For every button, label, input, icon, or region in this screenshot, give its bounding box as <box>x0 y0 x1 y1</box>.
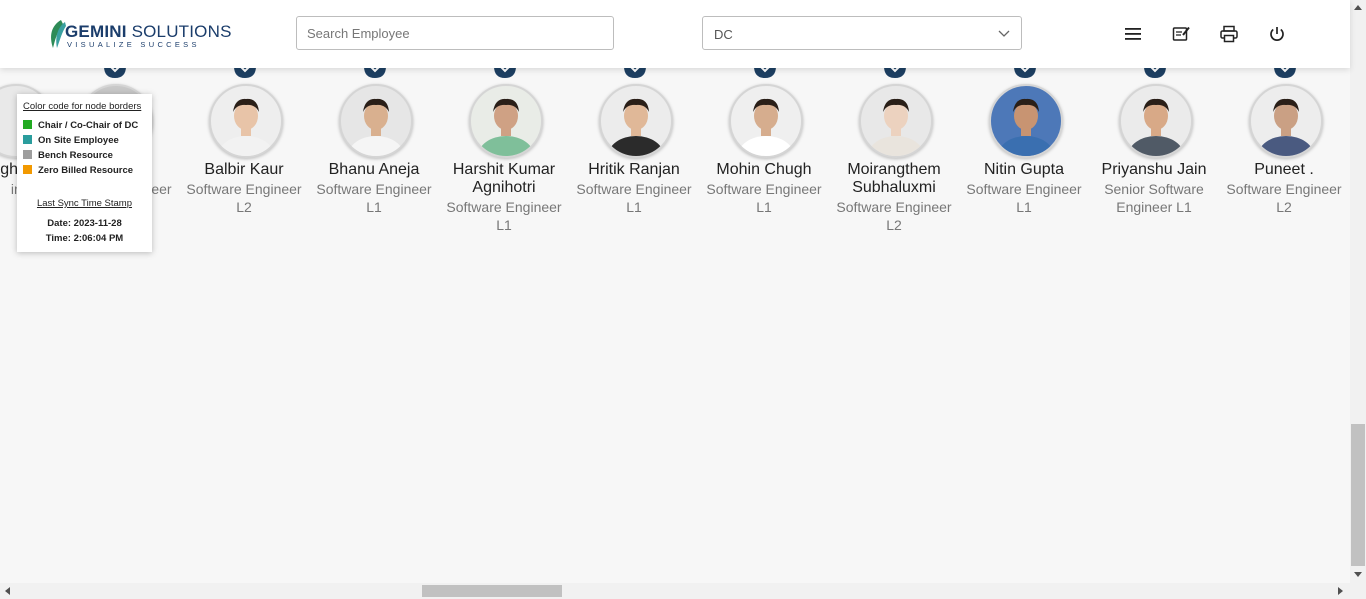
horizontal-scroll-thumb[interactable] <box>422 585 562 597</box>
logout-button[interactable] <box>1267 24 1287 44</box>
person-avatar-icon <box>738 98 794 156</box>
employee-name: Mohin Chugh <box>716 161 812 178</box>
employee-name: Balbir Kaur <box>204 161 284 178</box>
employee-photo <box>599 84 673 158</box>
employee-title: Software Engineer L1 <box>446 199 562 233</box>
employee-name: gh <box>0 161 18 178</box>
employee-name: Hritik Ranjan <box>588 161 680 178</box>
person-avatar-icon <box>1128 98 1184 156</box>
last-sync-time: Time: 2:06:04 PM <box>45 233 124 244</box>
edit-note-icon <box>1172 26 1190 41</box>
person-avatar-icon <box>218 98 274 156</box>
print-button[interactable] <box>1219 24 1239 44</box>
logo-brand-text: GEMINI SOLUTIONS <box>65 22 232 41</box>
legend-swatch <box>23 165 32 174</box>
employee-title: Software Engineer L1 <box>966 181 1082 215</box>
employee-photo <box>1249 84 1323 158</box>
logo-tagline: VISUALIZE SUCCESS <box>67 40 200 49</box>
department-select-value: DC <box>714 27 733 42</box>
employee-photo <box>729 84 803 158</box>
employee-photo <box>209 84 283 158</box>
employee-title: Software Engineer L2 <box>186 181 302 215</box>
employee-name: Priyanshu Jain <box>1101 161 1207 178</box>
scroll-up-arrow-icon[interactable] <box>1354 5 1362 10</box>
legend-swatch <box>23 135 32 144</box>
person-avatar-icon <box>868 98 924 156</box>
vertical-scroll-thumb[interactable] <box>1351 424 1365 566</box>
employee-title: Software Engineer L2 <box>1226 181 1342 215</box>
employee-photo <box>339 84 413 158</box>
print-icon <box>1220 25 1238 43</box>
legend-swatch <box>23 120 32 129</box>
edit-note-button[interactable] <box>1171 24 1191 44</box>
last-sync-date: Date: 2023-11-28 <box>47 218 122 229</box>
scroll-down-arrow-icon[interactable] <box>1354 572 1362 577</box>
person-avatar-icon <box>348 98 404 156</box>
scroll-left-arrow-icon[interactable] <box>5 587 10 595</box>
legend-swatch <box>23 150 32 159</box>
employee-name: Bhanu Aneja <box>328 161 420 178</box>
employee-title: Software Engineer L1 <box>706 181 822 215</box>
person-avatar-icon <box>608 98 664 156</box>
person-avatar-icon <box>478 98 534 156</box>
legend-heading: Color code for node borders <box>23 101 142 112</box>
logo-leaf-icon <box>51 20 66 48</box>
search-employee-input[interactable] <box>296 16 614 50</box>
top-header: GEMINI SOLUTIONS VISUALIZE SUCCESS DC <box>0 0 1350 68</box>
employee-photo <box>859 84 933 158</box>
employee-photo <box>469 84 543 158</box>
person-avatar-icon <box>998 98 1054 156</box>
legend-item: Zero Billed Resource <box>23 165 133 176</box>
chevron-down-icon <box>998 30 1010 37</box>
department-select[interactable]: DC <box>702 16 1022 50</box>
employee-name: Harshit Kumar Agnihotri <box>452 161 556 196</box>
border-color-legend: Color code for node borders Chair / Co-C… <box>17 94 152 252</box>
employee-name: Puneet . <box>1254 161 1314 178</box>
employee-name: Moirangthem Subhaluxmi <box>847 161 941 196</box>
employee-title: Senior Software Engineer L1 <box>1104 181 1204 215</box>
horizontal-scrollbar[interactable] <box>0 583 1366 599</box>
employee-name: Nitin Gupta <box>983 161 1065 178</box>
employee-title: Software Engineer L1 <box>316 181 432 215</box>
menu-icon <box>1125 28 1141 40</box>
gemini-logo[interactable]: GEMINI SOLUTIONS VISUALIZE SUCCESS <box>47 18 231 50</box>
legend-item: Chair / Co-Chair of DC <box>23 120 138 131</box>
employee-photo <box>1119 84 1193 158</box>
employee-title: Software Engineer L2 <box>836 199 952 233</box>
legend-item: On Site Employee <box>23 135 119 146</box>
last-sync-heading: Last Sync Time Stamp <box>36 198 133 209</box>
employee-title: Software Engineer L1 <box>576 181 692 215</box>
employee-photo <box>989 84 1063 158</box>
person-avatar-icon <box>1258 98 1314 156</box>
menu-button[interactable] <box>1123 24 1143 44</box>
legend-item: Bench Resource <box>23 150 113 161</box>
power-icon <box>1270 27 1284 41</box>
scroll-right-arrow-icon[interactable] <box>1338 587 1343 595</box>
